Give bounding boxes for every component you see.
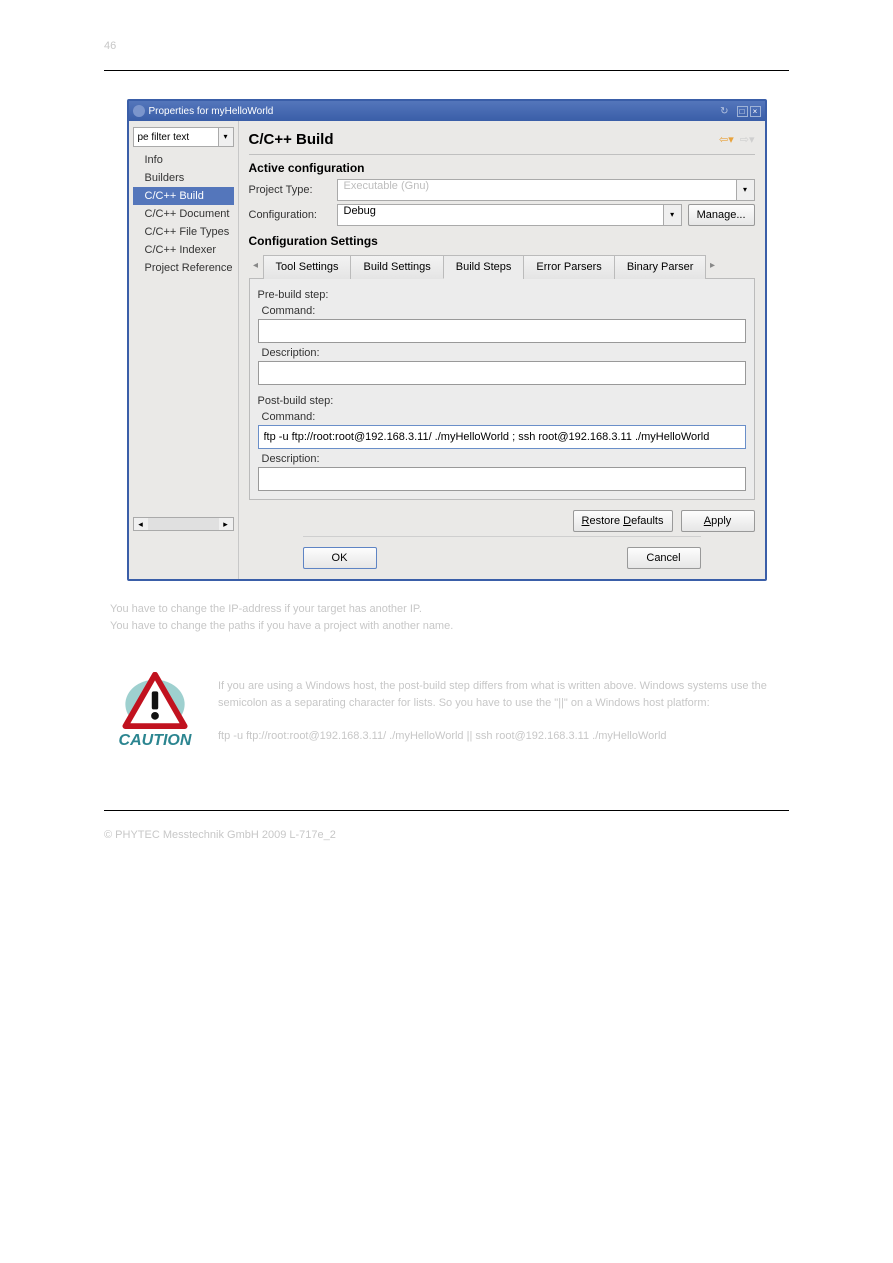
tab-scroll-left-icon[interactable]: ◂ xyxy=(249,254,263,278)
pre-description-label: Description: xyxy=(262,347,746,359)
caution-text: If you are using a Windows host, the pos… xyxy=(218,672,783,744)
page-footer: © PHYTEC Messtechnik GmbH 2009 L-717e_2 xyxy=(104,829,789,841)
post-description-label: Description: xyxy=(262,453,746,465)
post-build-label: Post-build step: xyxy=(258,395,746,407)
tree-item-ccpp-filetypes[interactable]: C/C++ File Types xyxy=(133,223,234,241)
warning-icon xyxy=(122,672,188,730)
scroll-thumb[interactable] xyxy=(148,518,219,530)
tree: Info Builders C/C++ Build C/C++ Document… xyxy=(133,151,234,277)
pre-build-label: Pre-build step: xyxy=(258,289,746,301)
ok-button[interactable]: OK xyxy=(303,547,377,569)
tab-tool-settings[interactable]: Tool Settings xyxy=(263,255,352,279)
post-description-input[interactable] xyxy=(258,467,746,491)
tab-build-settings[interactable]: Build Settings xyxy=(350,255,443,279)
properties-dialog: Properties for myHelloWorld ↻ □ × ▾ Info… xyxy=(127,99,767,581)
back-icon[interactable]: ⇦▾ xyxy=(719,133,734,146)
reload-icon[interactable]: ↻ xyxy=(720,106,728,117)
configuration-label: Configuration: xyxy=(249,209,331,221)
main-panel: C/C++ Build ⇦▾ ⇨▾ Active configuration P… xyxy=(239,121,765,579)
chevron-down-icon[interactable]: ▾ xyxy=(664,204,682,226)
apply-button[interactable]: Apply xyxy=(681,510,755,532)
project-type-combo[interactable]: Executable (Gnu) xyxy=(337,179,737,201)
tab-error-parsers[interactable]: Error Parsers xyxy=(523,255,614,279)
tab-body: Pre-build step: Command: Description: Po… xyxy=(249,279,755,500)
project-type-label: Project Type: xyxy=(249,184,331,196)
restore-defaults-button[interactable]: Restore Defaults xyxy=(573,510,673,532)
body-text: You have to change the IP-address if you… xyxy=(110,601,783,634)
chevron-down-icon[interactable]: ▾ xyxy=(737,179,755,201)
sidebar: ▾ Info Builders C/C++ Build C/C++ Docume… xyxy=(129,121,239,579)
eclipse-icon xyxy=(133,105,145,117)
active-config-heading: Active configuration xyxy=(249,161,755,175)
filter-dropdown[interactable]: ▾ xyxy=(219,127,234,147)
minimize-button[interactable]: □ xyxy=(737,106,748,117)
page-header: 46 xyxy=(104,40,789,52)
pre-command-input[interactable] xyxy=(258,319,746,343)
scroll-right-icon[interactable]: ▸ xyxy=(219,518,233,530)
post-command-label: Command: xyxy=(262,411,746,423)
panel-title: C/C++ Build xyxy=(249,131,334,148)
config-settings-heading: Configuration Settings xyxy=(249,234,755,248)
configuration-combo[interactable]: Debug xyxy=(337,204,664,226)
caution-label: CAUTION xyxy=(119,732,192,750)
page-num: 46 xyxy=(104,40,116,52)
close-button[interactable]: × xyxy=(750,106,761,117)
tab-build-steps[interactable]: Build Steps xyxy=(443,255,525,279)
titlebar: Properties for myHelloWorld ↻ □ × xyxy=(129,101,765,121)
tree-item-info[interactable]: Info xyxy=(133,151,234,169)
tree-item-ccpp-document[interactable]: C/C++ Document xyxy=(133,205,234,223)
post-command-input[interactable] xyxy=(258,425,746,449)
sidebar-scrollbar[interactable]: ◂ ▸ xyxy=(133,517,234,531)
cancel-button[interactable]: Cancel xyxy=(627,547,701,569)
pre-description-input[interactable] xyxy=(258,361,746,385)
forward-icon[interactable]: ⇨▾ xyxy=(740,133,755,146)
tree-item-project-reference[interactable]: Project Reference xyxy=(133,259,234,277)
tabs: ◂ Tool Settings Build Settings Build Ste… xyxy=(249,254,755,279)
footer-copy: © PHYTEC Messtechnik GmbH 2009 L-717e_2 xyxy=(104,829,336,841)
scroll-left-icon[interactable]: ◂ xyxy=(134,518,148,530)
manage-button[interactable]: Manage... xyxy=(688,204,755,226)
tree-item-ccpp-indexer[interactable]: C/C++ Indexer xyxy=(133,241,234,259)
filter-input[interactable] xyxy=(133,127,219,147)
caution-block: CAUTION If you are using a Windows host,… xyxy=(110,672,783,750)
window-title: Properties for myHelloWorld xyxy=(149,106,274,117)
pre-command-label: Command: xyxy=(262,305,746,317)
tree-item-builders[interactable]: Builders xyxy=(133,169,234,187)
tab-binary-parser[interactable]: Binary Parser xyxy=(614,255,707,279)
tab-scroll-right-icon[interactable]: ▸ xyxy=(705,254,719,278)
tree-item-ccpp-build[interactable]: C/C++ Build xyxy=(133,187,234,205)
